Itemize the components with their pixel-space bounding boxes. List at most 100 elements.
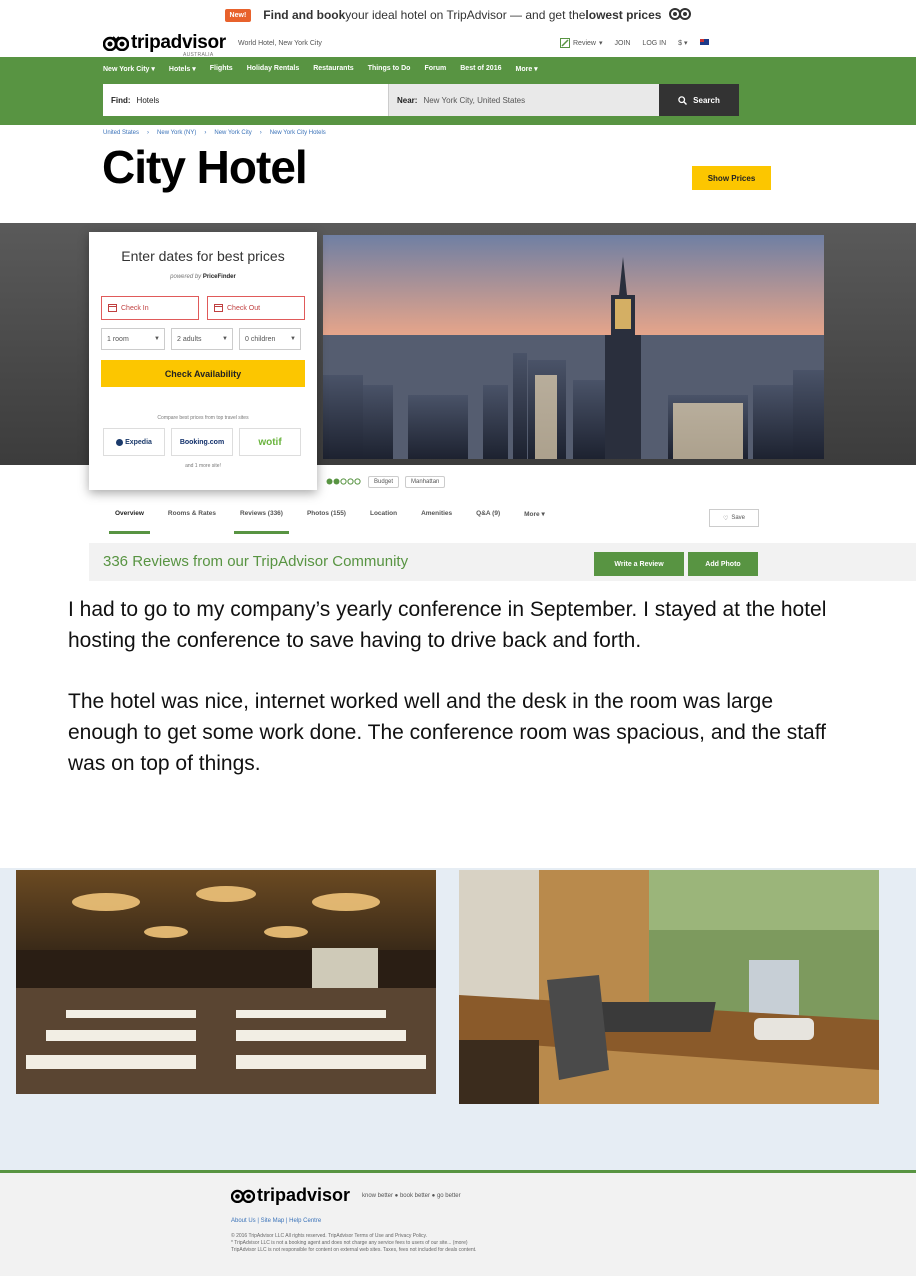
promo-text: your ideal hotel on TripAdvisor — and ge… <box>345 8 586 22</box>
calendar-icon <box>214 303 223 314</box>
add-photo-button[interactable]: Add Photo <box>688 552 758 576</box>
search-bar: Find: Hotels Near: New York City, United… <box>103 84 739 116</box>
check-out-input[interactable]: Check Out <box>207 296 305 320</box>
review-text: I had to go to my company’s yearly confe… <box>68 594 848 809</box>
tab-reviews[interactable]: Reviews (336) <box>228 508 295 534</box>
reviews-heading: 336 Reviews from our TripAdvisor Communi… <box>103 553 409 570</box>
logo-text: tripadvisor <box>131 32 226 53</box>
search-button[interactable]: Search <box>659 84 739 116</box>
nav-item-things-to-do[interactable]: Things to Do <box>368 65 411 73</box>
header-actions: Review ▾ JOIN LOG IN $ ▾ <box>560 38 709 48</box>
currency-select[interactable]: $ ▾ <box>678 39 687 47</box>
breadcrumb-new-york-state[interactable]: New York (NY) <box>157 130 196 136</box>
breadcrumb-united-states[interactable]: United States <box>103 130 139 136</box>
review-button[interactable]: Review ▾ <box>560 38 602 48</box>
near-label: Near: <box>397 95 418 105</box>
owl-logo-icon <box>103 36 129 51</box>
breadcrumb-separator: › <box>147 130 150 136</box>
conference-room-photo[interactable] <box>16 870 436 1094</box>
legal-line-3: TripAdvisor LLC is not responsible for c… <box>231 1247 477 1253</box>
partner-expedia[interactable]: Expedia <box>103 428 165 456</box>
nav-item-holiday-rentals[interactable]: Holiday Rentals <box>247 65 300 73</box>
heart-icon: ♡ <box>722 515 729 522</box>
near-input[interactable]: Near: New York City, United States <box>389 84 659 116</box>
tab-amenities[interactable]: Amenities <box>409 508 464 520</box>
powered-by: powered by PriceFinder <box>89 274 317 280</box>
breadcrumb-hotels[interactable]: New York City Hotels <box>270 130 326 136</box>
pencil-icon <box>560 38 570 48</box>
breadcrumb-new-york-city[interactable]: New York City <box>214 130 251 136</box>
review-paragraph-2: The hotel was nice, internet worked well… <box>68 690 827 775</box>
promo-text-bold-2: lowest prices <box>585 8 662 22</box>
breadcrumb: United States › New York (NY) › New York… <box>103 130 326 136</box>
tag-manhattan[interactable]: Manhattan <box>405 476 446 488</box>
write-review-button[interactable]: Write a Review <box>594 552 684 576</box>
tripadvisor-logo[interactable]: tripadvisor AUSTRALIA <box>103 32 226 58</box>
chevron-down-icon: ▼ <box>222 336 228 342</box>
tag-budget[interactable]: Budget <box>368 476 400 488</box>
site-header: tripadvisor AUSTRALIA World Hotel, New Y… <box>0 30 916 58</box>
tab-rooms-rates[interactable]: Rooms & Rates <box>156 508 228 520</box>
login-link[interactable]: LOG IN <box>642 40 666 47</box>
header-location: World Hotel, New York City <box>238 40 322 47</box>
flag-icon[interactable] <box>699 39 709 47</box>
tab-more[interactable]: More ▾ <box>512 508 557 520</box>
save-label: Save <box>731 515 746 521</box>
tab-photos[interactable]: Photos (155) <box>295 508 358 520</box>
children-select[interactable]: 0 children ▼ <box>239 328 301 350</box>
reviews-header: 336 Reviews from our TripAdvisor Communi… <box>89 543 916 581</box>
review-label: Review <box>573 39 596 47</box>
search-icon <box>678 95 688 105</box>
find-input[interactable]: Find: Hotels <box>103 84 389 116</box>
near-value: New York City, United States <box>423 95 526 105</box>
footer-legal: © 2016 TripAdvisor LLC All rights reserv… <box>231 1233 631 1254</box>
promo-banner: New! Find and book your ideal hotel on T… <box>0 0 916 30</box>
footer-logo-text: tripadvisor <box>257 1185 351 1205</box>
footer-links[interactable]: About Us | Site Map | Help Centre <box>231 1218 321 1224</box>
owl-logo-icon <box>231 1189 255 1203</box>
page-title: City Hotel <box>102 141 308 193</box>
chevron-down-icon: ▼ <box>154 336 160 342</box>
rooms-select[interactable]: 1 room ▼ <box>101 328 165 350</box>
nav-item-best-of[interactable]: Best of 2016 <box>460 65 501 73</box>
promo-text-bold-1: Find and book <box>263 8 346 22</box>
partner-wotif[interactable]: wotif <box>239 428 301 456</box>
chevron-down-icon: ▼ <box>290 336 296 342</box>
booking-title: Enter dates for best prices <box>121 248 285 264</box>
nav-item-restaurants[interactable]: Restaurants <box>313 65 353 73</box>
check-availability-button[interactable]: Check Availability <box>101 360 305 387</box>
show-prices-button[interactable]: Show Prices <box>692 166 771 190</box>
rooms-value: 1 room <box>107 335 129 343</box>
new-badge: New! <box>224 8 252 22</box>
desk-room-photo[interactable] <box>459 870 879 1104</box>
save-button[interactable]: ♡ Save <box>709 509 759 527</box>
tab-qa[interactable]: Q&A (9) <box>464 508 512 520</box>
check-in-input[interactable]: Check In <box>101 296 199 320</box>
join-link[interactable]: JOIN <box>614 40 630 47</box>
more-sites-link[interactable]: and 1 more site! <box>89 463 317 469</box>
rating-bubbles-icon <box>326 477 362 487</box>
partner-expedia-label: Expedia <box>125 438 152 446</box>
tab-overview[interactable]: Overview <box>103 508 156 534</box>
nav-item-hotels[interactable]: Hotels ▾ <box>169 65 196 73</box>
partner-booking[interactable]: Booking.com <box>171 428 233 456</box>
pricefinder-brand: PriceFinder <box>202 274 236 280</box>
hero-skyline-photo[interactable] <box>323 235 824 459</box>
tab-list: Overview Rooms & Rates Reviews (336) Pho… <box>103 508 557 534</box>
calendar-icon <box>108 303 117 314</box>
compare-text: Compare best prices from top travel site… <box>157 415 249 421</box>
find-value: Hotels <box>136 95 160 105</box>
footer-logo[interactable]: tripadvisor <box>231 1185 350 1206</box>
check-in-placeholder: Check In <box>121 304 149 312</box>
nav-item-new-york-city[interactable]: New York City ▾ <box>103 65 155 73</box>
nav-item-flights[interactable]: Flights <box>210 65 233 73</box>
tab-location[interactable]: Location <box>358 508 409 520</box>
legal-line-2: * TripAdvisor LLC is not a booking agent… <box>231 1240 468 1246</box>
site-footer: tripadvisor know better ● book better ● … <box>0 1170 916 1276</box>
nav-item-forum[interactable]: Forum <box>424 65 446 73</box>
legal-line-1: © 2016 TripAdvisor LLC All rights reserv… <box>231 1233 428 1239</box>
nav-item-more[interactable]: More ▾ <box>516 65 538 73</box>
check-out-placeholder: Check Out <box>227 304 261 312</box>
nav-menu: New York City ▾ Hotels ▾ Flights Holiday… <box>103 65 538 73</box>
adults-select[interactable]: 2 adults ▼ <box>171 328 233 350</box>
